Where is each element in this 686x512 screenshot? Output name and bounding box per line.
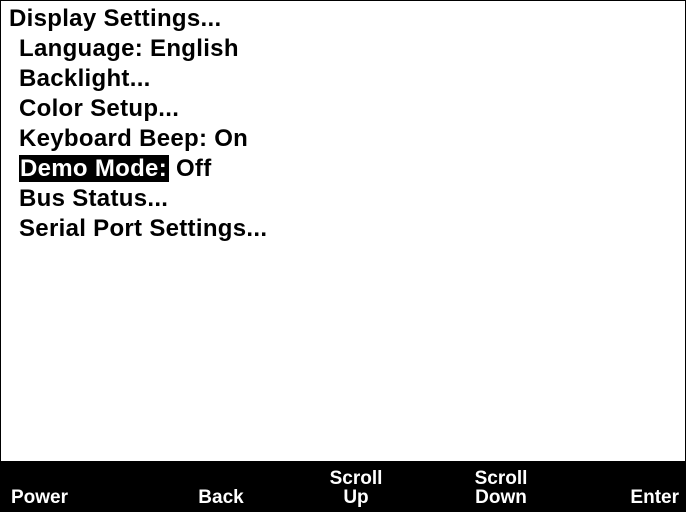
- display-screen: Display Settings... Language: English Ba…: [0, 0, 686, 512]
- softkey-label-line2: Down: [475, 487, 527, 508]
- menu-item-backlight[interactable]: Backlight...: [9, 64, 685, 94]
- power-softkey[interactable]: Power: [11, 461, 91, 511]
- menu-item-keyboard-beep[interactable]: Keyboard Beep: On: [9, 124, 685, 154]
- softkey-label-line1: Scroll: [329, 468, 383, 489]
- scroll-up-softkey[interactable]: Scroll Up: [311, 461, 401, 511]
- menu-item-value: On: [207, 125, 249, 152]
- settings-menu: Display Settings... Language: English Ba…: [9, 4, 685, 244]
- menu-item-language[interactable]: Language: English: [9, 34, 685, 64]
- enter-softkey[interactable]: Enter: [609, 461, 679, 511]
- menu-item-value: Off: [169, 155, 212, 182]
- menu-title: Display Settings...: [9, 5, 222, 32]
- menu-item-label: Bus Status...: [19, 185, 169, 212]
- softkey-label: Back: [198, 487, 244, 508]
- menu-item-label-selected: Demo Mode:: [19, 155, 169, 182]
- menu-item-label: Backlight...: [19, 65, 151, 92]
- menu-item-label: Keyboard Beep:: [19, 125, 208, 152]
- scroll-down-softkey[interactable]: Scroll Down: [456, 461, 546, 511]
- softkey-label-line2: Up: [343, 487, 369, 508]
- menu-item-serial-port-settings[interactable]: Serial Port Settings...: [9, 214, 685, 244]
- menu-item-demo-mode[interactable]: Demo Mode: Off: [9, 154, 685, 184]
- menu-item-label: Serial Port Settings...: [19, 215, 268, 242]
- menu-item-value: English: [143, 35, 239, 62]
- softkey-label: Power: [11, 487, 69, 508]
- softkey-label: Enter: [630, 487, 679, 508]
- softkey-bar: Power Back Scroll Up Scroll Down Enter: [1, 461, 685, 511]
- softkey-label-line1: Scroll: [474, 468, 528, 489]
- menu-item-color-setup[interactable]: Color Setup...: [9, 94, 685, 124]
- menu-item-label: Language:: [19, 35, 144, 62]
- back-softkey[interactable]: Back: [181, 461, 261, 511]
- menu-item-label: Color Setup...: [19, 95, 180, 122]
- menu-item-bus-status[interactable]: Bus Status...: [9, 184, 685, 214]
